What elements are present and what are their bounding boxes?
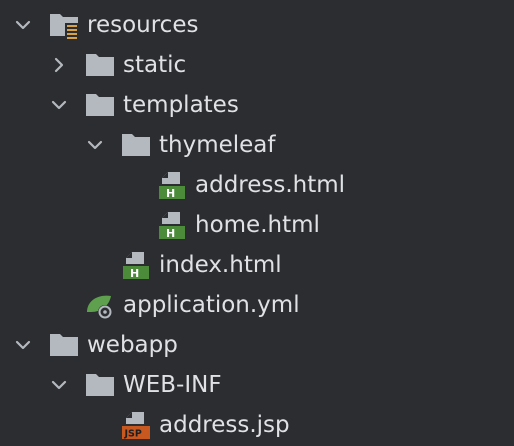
html-file-icon: H bbox=[159, 212, 185, 240]
tree-item-label: application.yml bbox=[123, 292, 300, 318]
folder-icon bbox=[86, 94, 114, 116]
project-tree: resources static templates thymeleaf H a… bbox=[0, 0, 514, 446]
tree-item-label: WEB-INF bbox=[123, 372, 222, 398]
folder-icon bbox=[50, 334, 78, 356]
tree-item-label: address.html bbox=[195, 172, 346, 198]
svg-text:JSP: JSP bbox=[124, 429, 142, 440]
html-file-icon: H bbox=[123, 252, 149, 280]
chevron-down-icon[interactable] bbox=[13, 15, 33, 35]
svg-text:H: H bbox=[130, 267, 139, 280]
tree-item-index-html[interactable]: H index.html bbox=[0, 245, 514, 285]
chevron-down-icon[interactable] bbox=[13, 335, 33, 355]
tree-item-label: webapp bbox=[87, 332, 178, 358]
tree-item-label: static bbox=[123, 52, 187, 78]
spring-config-icon bbox=[87, 295, 112, 319]
chevron-down-icon[interactable] bbox=[49, 95, 69, 115]
tree-item-thymeleaf[interactable]: thymeleaf bbox=[0, 125, 514, 165]
resources-folder-icon bbox=[50, 14, 79, 39]
tree-item-address-html[interactable]: H address.html bbox=[0, 165, 514, 205]
folder-icon bbox=[86, 374, 114, 396]
tree-item-label: resources bbox=[87, 12, 199, 38]
chevron-down-icon[interactable] bbox=[49, 375, 69, 395]
tree-item-label: thymeleaf bbox=[159, 132, 276, 158]
chevron-down-icon[interactable] bbox=[85, 135, 105, 155]
svg-text:H: H bbox=[166, 187, 175, 200]
html-file-icon: H bbox=[159, 172, 185, 200]
tree-item-webapp[interactable]: webapp bbox=[0, 325, 514, 365]
folder-icon bbox=[122, 134, 150, 156]
tree-item-label: templates bbox=[123, 92, 239, 118]
jsp-file-icon: JSP bbox=[122, 412, 150, 440]
tree-item-address-jsp[interactable]: JSP address.jsp bbox=[0, 405, 514, 445]
tree-item-label: index.html bbox=[159, 252, 282, 278]
tree-item-label: address.jsp bbox=[159, 412, 290, 438]
svg-text:H: H bbox=[166, 227, 175, 240]
tree-item-web-inf[interactable]: WEB-INF bbox=[0, 365, 514, 405]
tree-item-resources[interactable]: resources bbox=[0, 5, 514, 45]
tree-item-templates[interactable]: templates bbox=[0, 85, 514, 125]
chevron-right-icon[interactable] bbox=[49, 55, 69, 75]
tree-item-application-yml[interactable]: application.yml bbox=[0, 285, 514, 325]
folder-icon bbox=[86, 54, 114, 76]
tree-item-home-html[interactable]: H home.html bbox=[0, 205, 514, 245]
tree-item-label: home.html bbox=[195, 212, 320, 238]
tree-item-static[interactable]: static bbox=[0, 45, 514, 85]
